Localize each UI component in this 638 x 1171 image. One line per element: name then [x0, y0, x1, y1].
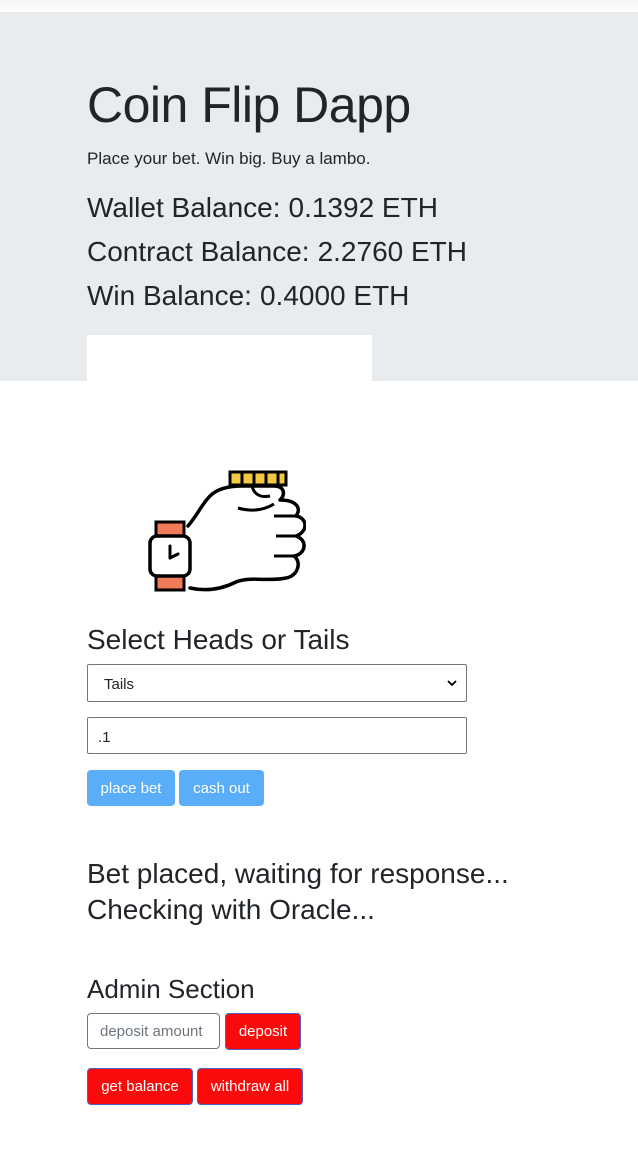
contract-balance: Contract Balance: 2.2760 ETH — [87, 238, 467, 266]
contract-balance-value: 2.2760 ETH — [317, 236, 467, 267]
deposit-button[interactable]: deposit — [225, 1013, 301, 1050]
win-balance-value: 0.4000 ETH — [259, 280, 410, 311]
page-title: Coin Flip Dapp — [87, 77, 411, 133]
place-bet-button[interactable]: place bet — [87, 770, 175, 806]
wallet-balance-label: Wallet Balance: — [87, 192, 281, 223]
wallet-balance-value: 0.1392 ETH — [288, 192, 438, 223]
select-heads-tails-heading: Select Heads or Tails — [87, 624, 350, 655]
win-balance: Win Balance: 0.4000 ETH — [87, 282, 409, 310]
bet-status: Bet placed, waiting for response... Chec… — [87, 856, 509, 928]
get-balance-button[interactable]: get balance — [87, 1068, 193, 1105]
chevron-down-icon — [447, 680, 457, 687]
tagline: Place your bet. Win big. Buy a lambo. — [87, 149, 371, 168]
select-value: Tails — [104, 676, 135, 693]
deposit-amount-input[interactable]: deposit amount — [87, 1013, 220, 1049]
contract-balance-label: Contract Balance: — [87, 236, 310, 267]
heads-tails-select[interactable]: Tails — [87, 664, 467, 702]
top-shadow — [0, 0, 638, 12]
withdraw-all-button[interactable]: withdraw all — [197, 1068, 303, 1105]
jumbotron-header: Coin Flip Dapp Place your bet. Win big. … — [0, 12, 638, 381]
bet-status-line-2: Checking with Oracle... — [87, 894, 375, 925]
deposit-amount-placeholder: deposit amount — [100, 1023, 203, 1040]
wallet-balance: Wallet Balance: 0.1392 ETH — [87, 194, 438, 222]
cash-out-button[interactable]: cash out — [179, 770, 264, 806]
header-notch — [87, 335, 372, 381]
admin-section-heading: Admin Section — [87, 974, 255, 1004]
bet-amount-input[interactable]: .1 — [87, 717, 467, 754]
win-balance-label: Win Balance: — [87, 280, 252, 311]
bet-status-line-1: Bet placed, waiting for response... — [87, 858, 509, 889]
bet-amount-value: .1 — [98, 729, 111, 746]
hand-flipping-coin-icon — [148, 470, 306, 592]
